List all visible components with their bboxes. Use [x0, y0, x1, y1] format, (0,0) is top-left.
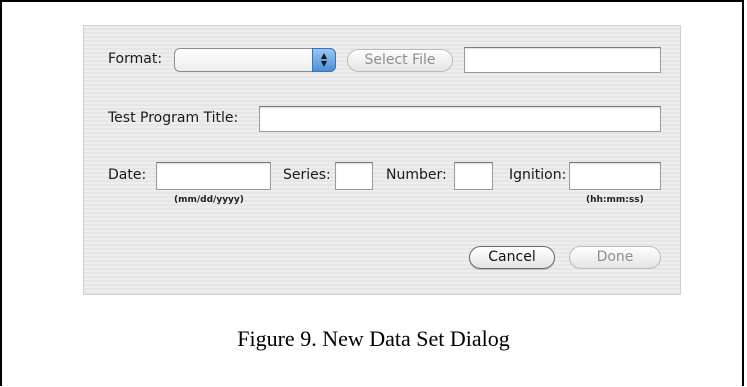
number-field[interactable]: [454, 162, 493, 190]
test-program-title-label: Test Program Title:: [108, 110, 239, 126]
ignition-label: Ignition:: [509, 167, 567, 183]
figure-caption: Figure 9. New Data Set Dialog: [237, 326, 510, 351]
format-popup[interactable]: ▲ ▼: [174, 48, 336, 72]
date-format-hint: (mm/dd/yyyy): [174, 195, 244, 205]
ignition-format-hint: (hh:mm:ss): [586, 195, 644, 205]
select-file-button[interactable]: Select File: [347, 49, 453, 72]
up-down-arrows-icon: ▲ ▼: [312, 48, 336, 72]
ignition-field[interactable]: [569, 162, 661, 190]
series-field[interactable]: [335, 162, 373, 190]
done-button[interactable]: Done: [569, 246, 661, 269]
format-label: Format:: [108, 51, 163, 67]
cancel-button[interactable]: Cancel: [469, 246, 555, 269]
series-label: Series:: [283, 167, 331, 183]
file-path-field[interactable]: [464, 47, 661, 73]
number-label: Number:: [386, 167, 447, 183]
date-field[interactable]: [156, 162, 271, 190]
new-data-set-dialog: Format: ▲ ▼ Select File Test Program Titl…: [84, 26, 680, 294]
test-program-title-field[interactable]: [259, 106, 661, 132]
date-label: Date:: [108, 167, 147, 183]
